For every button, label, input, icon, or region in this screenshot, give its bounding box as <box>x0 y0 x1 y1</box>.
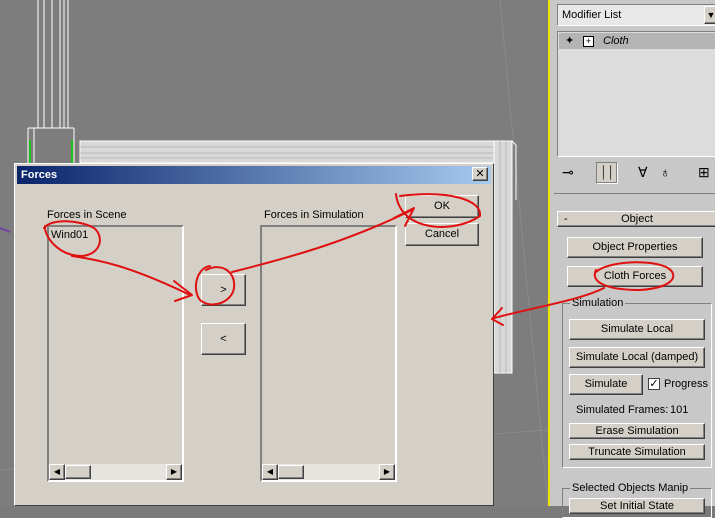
cloth-forces-button[interactable]: Cloth Forces <box>567 266 703 287</box>
dialog-titlebar[interactable]: Forces ✕ <box>17 166 491 184</box>
set-initial-state-button[interactable]: Set Initial State <box>569 498 705 514</box>
horizontal-scrollbar[interactable]: ◀ ▶ <box>262 464 395 480</box>
progress-label: Progress <box>664 378 709 390</box>
forces-in-scene-label: Forces in Scene <box>47 209 127 221</box>
ok-button[interactable]: OK <box>405 195 479 218</box>
forces-dialog: Forces ✕ Forces in Scene Wind01 ◀ ▶ > < … <box>14 163 494 506</box>
stack-item-label: Cloth <box>603 35 629 47</box>
divider <box>554 193 715 194</box>
modifier-stack: ✦ + Cloth <box>557 31 715 157</box>
simulation-group-label: Simulation <box>570 297 626 309</box>
expand-plus-icon[interactable]: + <box>583 36 594 47</box>
stack-toolbar: ⊸ ⏐⏐ ∀ ♁ ⊞ <box>560 162 715 186</box>
scroll-left-icon[interactable]: ◀ <box>262 464 278 480</box>
scroll-thumb[interactable] <box>278 465 304 479</box>
pin-stack-icon[interactable]: ⊸ <box>562 164 574 181</box>
lightbulb-icon[interactable]: ✦ <box>565 34 574 47</box>
object-properties-button[interactable]: Object Properties <box>567 237 703 258</box>
stack-item-cloth[interactable]: ✦ + Cloth <box>559 33 715 49</box>
simulate-local-damped-button[interactable]: Simulate Local (damped) <box>569 347 705 368</box>
scroll-thumb[interactable] <box>65 465 91 479</box>
close-icon[interactable]: ✕ <box>472 167 488 181</box>
scroll-right-icon[interactable]: ▶ <box>166 464 182 480</box>
dropdown-arrow-icon[interactable]: ▼ <box>704 6 715 24</box>
forces-in-simulation-label: Forces in Simulation <box>264 209 364 221</box>
make-unique-icon[interactable]: ∀ <box>638 164 648 181</box>
truncate-simulation-button[interactable]: Truncate Simulation <box>569 444 705 460</box>
simulate-button[interactable]: Simulate <box>569 374 643 395</box>
forces-in-scene-list[interactable]: Wind01 ◀ ▶ <box>47 225 184 482</box>
simulate-local-button[interactable]: Simulate Local <box>569 319 705 340</box>
simulated-frames-label: Simulated Frames: <box>576 404 669 416</box>
rollout-title: Object <box>621 213 653 225</box>
modifier-list-dropdown[interactable]: Modifier List ▼ <box>557 4 715 26</box>
rollout-object-header[interactable]: - Object <box>557 211 715 227</box>
scroll-left-icon[interactable]: ◀ <box>49 464 65 480</box>
progress-checkbox[interactable]: ✓ <box>648 378 660 390</box>
scroll-right-icon[interactable]: ▶ <box>379 464 395 480</box>
remove-modifier-icon[interactable]: ♁ <box>660 164 671 180</box>
forces-in-simulation-list[interactable]: ◀ ▶ <box>260 225 397 482</box>
command-panel: Modifier List ▼ ✦ + Cloth ⊸ ⏐⏐ ∀ ♁ ⊞ - O… <box>548 0 715 518</box>
show-end-result-icon[interactable]: ⏐⏐ <box>596 162 618 184</box>
modifier-list-label: Modifier List <box>562 9 622 21</box>
configure-modifier-sets-icon[interactable]: ⊞ <box>698 164 710 181</box>
dialog-title: Forces <box>21 169 58 181</box>
add-force-button[interactable]: > <box>201 274 246 306</box>
simulated-frames-value: 101 <box>670 404 689 416</box>
list-item[interactable]: Wind01 <box>51 229 88 241</box>
horizontal-scrollbar[interactable]: ◀ ▶ <box>49 464 182 480</box>
erase-simulation-button[interactable]: Erase Simulation <box>569 423 705 439</box>
collapse-minus-icon: - <box>564 213 568 225</box>
cancel-button[interactable]: Cancel <box>405 223 479 246</box>
remove-force-button[interactable]: < <box>201 323 246 355</box>
selected-objects-group-label: Selected Objects Manip <box>570 482 691 494</box>
